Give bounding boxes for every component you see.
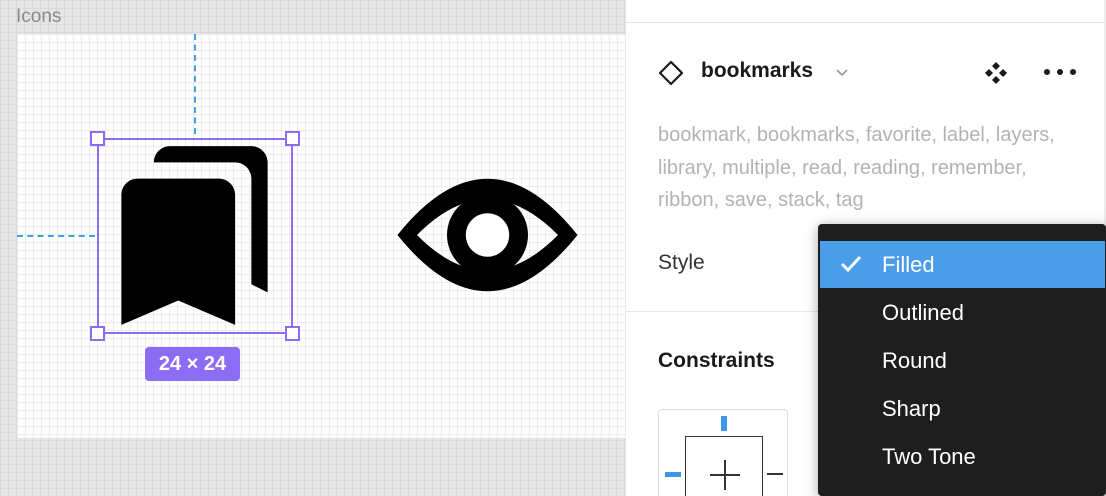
divider bbox=[626, 22, 1106, 23]
resize-handle-bottom-right[interactable] bbox=[285, 326, 300, 341]
menu-item-label: Round bbox=[882, 348, 947, 373]
canvas[interactable]: Icons 24 × 24 bbox=[0, 0, 626, 496]
menu-item-two-tone[interactable]: Two Tone bbox=[820, 433, 1105, 480]
menu-item-filled[interactable]: Filled bbox=[820, 241, 1105, 288]
vertical-guide bbox=[194, 34, 196, 134]
style-label: Style bbox=[658, 251, 705, 274]
component-keywords: bookmark, bookmarks, favorite, label, la… bbox=[658, 124, 1055, 211]
constraints-widget bbox=[658, 409, 788, 496]
resize-handle-bottom-left[interactable] bbox=[90, 326, 105, 341]
horizontal-guide bbox=[17, 235, 95, 237]
check-icon bbox=[840, 255, 862, 273]
component-header: bookmarks bbox=[658, 56, 1088, 90]
menu-item-round[interactable]: Round bbox=[820, 337, 1105, 384]
selection-box[interactable] bbox=[90, 131, 300, 341]
eye-icon[interactable] bbox=[390, 160, 585, 310]
component-diamond-icon bbox=[658, 60, 684, 86]
constraint-right[interactable] bbox=[767, 473, 783, 475]
menu-item-outlined[interactable]: Outlined bbox=[820, 289, 1105, 336]
constraint-center-vertical[interactable] bbox=[724, 460, 726, 490]
chevron-down-icon[interactable] bbox=[834, 64, 850, 80]
constraint-box bbox=[685, 436, 763, 496]
menu-item-sharp[interactable]: Sharp bbox=[820, 385, 1105, 432]
resize-handle-top-left[interactable] bbox=[90, 131, 105, 146]
size-badge: 24 × 24 bbox=[145, 347, 240, 381]
constraints-title: Constraints bbox=[658, 349, 775, 372]
menu-item-label: Filled bbox=[882, 252, 935, 277]
go-to-main-component-icon[interactable] bbox=[983, 60, 1009, 86]
menu-item-label: Sharp bbox=[882, 396, 941, 421]
style-dropdown-menu: Filled Outlined Round Sharp Two Tone bbox=[818, 224, 1106, 496]
menu-item-label: Outlined bbox=[882, 300, 964, 325]
menu-item-label: Two Tone bbox=[882, 444, 976, 469]
constraint-top[interactable] bbox=[721, 416, 727, 431]
component-name[interactable]: bookmarks bbox=[701, 59, 813, 83]
resize-handle-top-right[interactable] bbox=[285, 131, 300, 146]
constraint-left[interactable] bbox=[665, 472, 681, 477]
more-options-icon[interactable] bbox=[1042, 64, 1078, 80]
frame-label[interactable]: Icons bbox=[16, 6, 61, 28]
